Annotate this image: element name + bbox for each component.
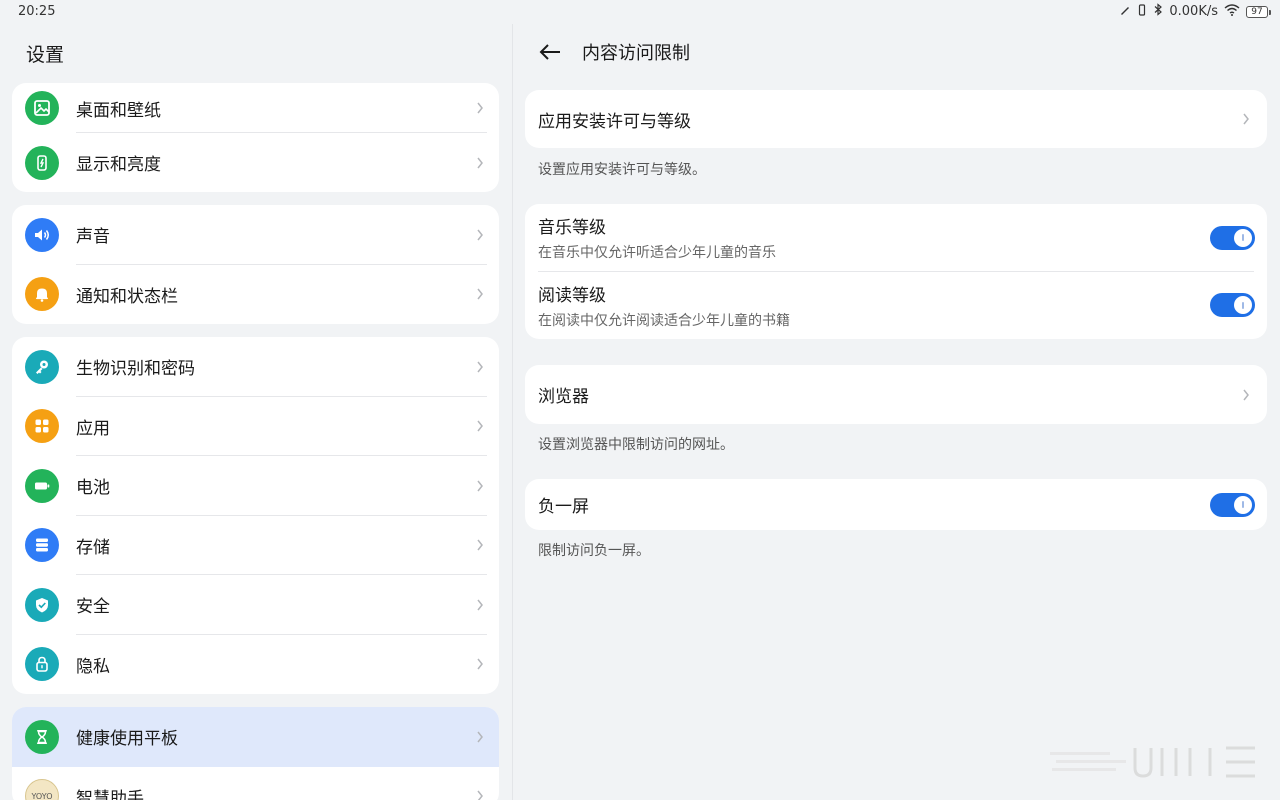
- display-brightness-icon: [25, 145, 59, 180]
- sidebar-item-label: 应用: [76, 418, 110, 439]
- sidebar-item-battery[interactable]: 电池: [12, 456, 499, 516]
- settings-group-wellbeing: 健康使用平板 YOYO 智慧助手: [12, 707, 499, 800]
- status-icons: 0.00K/s 97: [1119, 3, 1271, 20]
- hourglass-icon: [25, 719, 59, 754]
- reading-level-label: 阅读等级: [538, 285, 606, 306]
- sidebar-item-label: 安全: [76, 597, 110, 618]
- app-install-card[interactable]: 应用安装许可与等级: [525, 90, 1267, 148]
- sidebar-item-privacy[interactable]: 隐私: [12, 635, 499, 695]
- yoyo-icon-text: YOYO: [31, 791, 53, 800]
- notification-bell-icon: [25, 277, 59, 312]
- storage-icon: [25, 528, 59, 563]
- sidebar-item-notifications[interactable]: 通知和状态栏: [12, 265, 499, 325]
- sidebar-item-label: 生物识别和密码: [76, 359, 195, 380]
- status-time: 20:25: [18, 4, 56, 19]
- sidebar-item-label: 健康使用平板: [76, 729, 178, 750]
- sidebar-item-label: 显示和亮度: [76, 155, 161, 176]
- music-level-desc: 在音乐中仅允许听适合少年儿童的音乐: [538, 245, 776, 261]
- reading-level-row[interactable]: 阅读等级 在阅读中仅允许阅读适合少年儿童的书籍: [525, 271, 1267, 339]
- pen-icon: [1119, 4, 1131, 20]
- browser-card[interactable]: 浏览器: [525, 365, 1267, 424]
- sidebar-item-label: 隐私: [76, 656, 110, 677]
- sidebar-item-label: 桌面和壁纸: [76, 100, 161, 121]
- sidebar-item-label: 智慧助手: [76, 788, 144, 800]
- settings-group-sound: 声音 通知和状态栏: [12, 205, 499, 324]
- sidebar-item-label: 存储: [76, 537, 110, 558]
- chevron-right-icon: [477, 229, 483, 241]
- chevron-right-icon: [477, 731, 483, 743]
- music-level-toggle[interactable]: [1210, 225, 1255, 250]
- sidebar-item-display-brightness[interactable]: 显示和亮度: [12, 133, 499, 192]
- minus-one-toggle[interactable]: [1210, 492, 1255, 517]
- settings-sidebar: 设置 桌面和壁纸 显示和亮度 声音 通知和状态栏 生物识别和密码 应用 电池 存…: [0, 24, 512, 800]
- chevron-right-icon: [1243, 389, 1249, 400]
- minus-one-note: 限制访问负一屏。: [538, 543, 650, 559]
- wallpaper-icon: [25, 91, 59, 125]
- settings-group-system: 生物识别和密码 应用 电池 存储 安全 隐私: [12, 337, 499, 694]
- toggle-knob: [1234, 228, 1252, 247]
- settings-title: 设置: [26, 44, 65, 66]
- browser-label: 浏览器: [538, 387, 589, 407]
- page-title: 内容访问限制: [582, 43, 690, 64]
- privacy-lock-icon: [25, 647, 59, 682]
- sidebar-item-biometrics[interactable]: 生物识别和密码: [12, 337, 499, 397]
- wifi-icon: [1224, 3, 1240, 20]
- chevron-right-icon: [477, 102, 483, 114]
- chevron-right-icon: [477, 539, 483, 551]
- chevron-right-icon: [477, 288, 483, 300]
- chevron-right-icon: [477, 790, 483, 800]
- watermark-logo-icon: [1050, 746, 1255, 778]
- sidebar-item-label: 声音: [76, 227, 110, 248]
- pane-divider: [512, 24, 513, 800]
- sidebar-item-storage[interactable]: 存储: [12, 516, 499, 575]
- browser-note: 设置浏览器中限制访问的网址。: [538, 437, 734, 453]
- yoyo-assistant-icon: YOYO: [25, 779, 59, 800]
- music-level-row[interactable]: 音乐等级 在音乐中仅允许听适合少年儿童的音乐: [525, 204, 1267, 271]
- reading-level-desc: 在阅读中仅允许阅读适合少年儿童的书籍: [538, 312, 790, 329]
- app-install-row[interactable]: 应用安装许可与等级: [525, 90, 1267, 148]
- vibrate-icon: [1137, 3, 1147, 20]
- chevron-right-icon: [477, 480, 483, 492]
- page-header: 内容访问限制: [538, 40, 690, 64]
- sidebar-item-label: 电池: [76, 478, 110, 499]
- sidebar-item-smart-assistant[interactable]: YOYO 智慧助手: [12, 767, 499, 800]
- battery-icon: [25, 468, 59, 503]
- chevron-right-icon: [1243, 113, 1249, 125]
- apps-grid-icon: [25, 409, 59, 444]
- chevron-right-icon: [477, 157, 483, 169]
- chevron-right-icon: [477, 361, 483, 373]
- sidebar-item-digital-balance[interactable]: 健康使用平板: [12, 707, 499, 767]
- music-level-label: 音乐等级: [538, 218, 606, 238]
- app-install-label: 应用安装许可与等级: [538, 111, 691, 132]
- minus-one-row[interactable]: 负一屏: [525, 479, 1267, 530]
- sound-icon: [25, 217, 59, 252]
- minus-one-card: 负一屏: [525, 479, 1267, 530]
- sidebar-item-sound[interactable]: 声音: [12, 205, 499, 265]
- minus-one-label: 负一屏: [538, 497, 589, 517]
- reading-level-toggle[interactable]: [1210, 293, 1255, 317]
- browser-row[interactable]: 浏览器: [525, 365, 1267, 424]
- chevron-right-icon: [477, 658, 483, 670]
- toggle-knob: [1234, 495, 1252, 514]
- settings-group-display: 桌面和壁纸 显示和亮度: [12, 83, 499, 192]
- chevron-right-icon: [477, 420, 483, 432]
- back-arrow-icon[interactable]: [538, 42, 562, 62]
- toggle-knob: [1234, 296, 1252, 314]
- sidebar-item-label: 通知和状态栏: [76, 286, 178, 307]
- network-speed: 0.00K/s: [1169, 4, 1218, 19]
- app-install-note: 设置应用安装许可与等级。: [538, 162, 706, 178]
- sidebar-item-wallpaper[interactable]: 桌面和壁纸: [12, 83, 499, 133]
- sidebar-item-security[interactable]: 安全: [12, 575, 499, 635]
- battery-indicator: 97: [1246, 5, 1271, 18]
- security-shield-icon: [25, 587, 59, 622]
- bluetooth-icon: [1153, 3, 1163, 20]
- chevron-right-icon: [477, 599, 483, 611]
- status-bar: 20:25 0.00K/s 97: [0, 0, 1280, 24]
- content-level-card: 音乐等级 在音乐中仅允许听适合少年儿童的音乐 阅读等级 在阅读中仅允许阅读适合少…: [525, 204, 1267, 339]
- sidebar-item-apps[interactable]: 应用: [12, 397, 499, 456]
- key-icon: [25, 349, 59, 384]
